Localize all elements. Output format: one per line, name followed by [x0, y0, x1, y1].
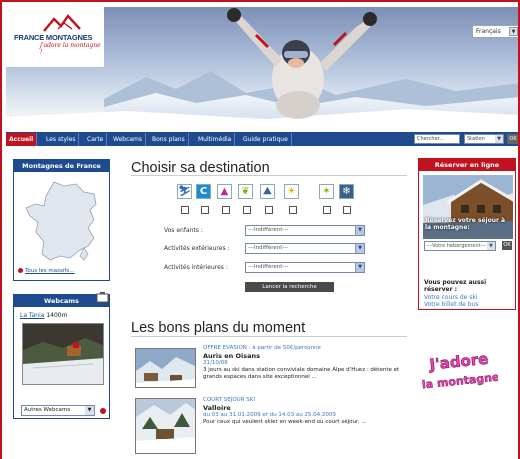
language-select[interactable]: Français ▼ — [472, 25, 518, 38]
jadore-montagne-badge[interactable]: J'adore la montagne ! — [416, 347, 498, 395]
hiking-icon[interactable]: ⛰ — [260, 184, 275, 199]
header-banner: FRANCE MONTAGNES j'adore la montagne ! F… — [6, 7, 518, 132]
deal-tag-label: OFFRE EVASION — [203, 345, 247, 351]
tab-styles[interactable]: Les styles — [43, 133, 80, 146]
france-map[interactable] — [24, 180, 102, 264]
divider — [131, 336, 407, 337]
deal-desc: 3 jours au ski dans station conviviale d… — [203, 367, 400, 380]
deal-tag-extra: : à partir de 50€/personne — [246, 345, 321, 351]
badge-line1: J'adore — [428, 350, 489, 374]
webcam-select-value: Autres Webcams — [24, 407, 71, 413]
deal-date: du 03 au 31.01.2009 et du 14.03 au 25.04… — [203, 412, 336, 418]
deal-image[interactable] — [135, 348, 196, 388]
deal-tag[interactable]: COURT SEJOUR SKI — [203, 397, 255, 403]
reserve-box: Réserver en ligne Réservez votre séjour … — [418, 158, 516, 310]
logo-area[interactable]: FRANCE MONTAGNES j'adore la montagne ! — [6, 7, 104, 67]
checkbox-ski[interactable] — [181, 206, 189, 214]
bullet-icon — [18, 268, 23, 273]
also-reserve-heading: Vous pouvez aussi réserver : — [424, 279, 487, 293]
main-nav: Accueil Les styles Carte Webcams Bons pl… — [6, 132, 518, 146]
deal-tag[interactable]: OFFRE EVASION : à partir de 50€/personne — [203, 345, 321, 351]
accommodation-value: ---Votre hébergement--- — [427, 243, 486, 249]
webcam-go-button[interactable] — [100, 408, 106, 414]
reserve-go-button[interactable]: OK — [502, 241, 512, 250]
deal-tag-label: COURT SEJOUR SKI — [203, 397, 255, 403]
webcam-box: Webcams La Tania 1400m Autres Webcams ▼ — [13, 292, 110, 419]
children-value: ---Indifférent--- — [248, 227, 289, 233]
ski-lesson-link[interactable]: Votre cours de ski — [424, 294, 478, 301]
checkbox-sun[interactable] — [289, 206, 297, 214]
indoor-label: Activités intérieures : — [164, 264, 228, 271]
webcam-location: La Tania 1400m — [20, 312, 67, 319]
checkbox-alpine[interactable] — [222, 206, 230, 214]
map-box: Montagnes de France Tous les massifs... — [13, 159, 110, 281]
chevron-down-icon: ▼ — [85, 406, 94, 415]
camera-icon — [96, 292, 109, 303]
checkbox-walker[interactable] — [323, 206, 331, 214]
checkbox-station[interactable] — [201, 206, 209, 214]
divider — [131, 175, 407, 176]
search-go-button[interactable]: OK — [507, 134, 518, 144]
children-select[interactable]: ---Indifférent--- ▼ — [245, 225, 365, 236]
checkbox-snow[interactable] — [343, 206, 351, 214]
deal-desc: Pour ceux qui veulent skier en week-end … — [203, 419, 367, 425]
children-label: Vos enfants : — [164, 227, 203, 234]
webcam-image[interactable] — [22, 323, 104, 385]
search-scope-value: Station — [467, 136, 485, 142]
chevron-down-icon: ▼ — [495, 135, 503, 143]
search-scope-select[interactable]: Station ▼ — [464, 134, 504, 144]
tab-accueil[interactable]: Accueil — [6, 133, 38, 146]
tab-carte[interactable]: Carte — [84, 133, 108, 146]
deal-photo-auris — [136, 349, 195, 387]
sun-icon[interactable]: ☀ — [284, 184, 299, 199]
map-box-title: Montagnes de France — [14, 160, 109, 172]
all-massifs-link[interactable]: Tous les massifs... — [18, 268, 74, 274]
checkbox-nature[interactable] — [243, 206, 251, 214]
webcam-select[interactable]: Autres Webcams ▼ — [21, 405, 95, 416]
reserve-box-title: Réserver en ligne — [419, 159, 515, 171]
outdoor-select[interactable]: ---Indifférent--- ▼ — [245, 243, 365, 254]
chevron-down-icon: ▼ — [355, 226, 364, 235]
ski-icon[interactable]: ⛷ — [177, 184, 192, 199]
chevron-down-icon: ▼ — [509, 27, 518, 36]
chevron-down-icon: ▼ — [487, 242, 495, 250]
walker-icon[interactable]: ✶ — [319, 184, 334, 199]
deal-name: Auris en Oisans — [203, 352, 261, 360]
all-massifs-label: Tous les massifs... — [25, 268, 75, 274]
outdoor-value: ---Indifférent--- — [248, 245, 289, 251]
tab-bons-plans[interactable]: Bons plans — [149, 133, 189, 146]
page-frame: FRANCE MONTAGNES j'adore la montagne ! F… — [0, 0, 520, 459]
accommodation-select[interactable]: ---Votre hébergement--- ▼ — [424, 241, 496, 251]
webcam-altitude: 1400m — [46, 312, 68, 319]
deal-photo-valloire — [136, 399, 195, 453]
tab-multimedia[interactable]: Multimédia — [195, 133, 236, 146]
logo-name: FRANCE MONTAGNES — [14, 33, 93, 42]
outdoor-label: Activités extérieures : — [164, 245, 230, 252]
language-value: Français — [476, 28, 501, 35]
indoor-value: ---Indifférent--- — [248, 264, 289, 270]
checkbox-hiking[interactable] — [265, 206, 273, 214]
tab-guide-pratique[interactable]: Guide pratique — [240, 133, 292, 146]
deal-image[interactable] — [135, 398, 196, 454]
leaf-icon[interactable]: ❦ — [238, 184, 253, 199]
webcam-box-title: Webcams — [14, 295, 109, 307]
alpine-icon[interactable]: ▲ — [217, 184, 232, 199]
destination-title: Choisir sa destination — [131, 160, 270, 176]
snowflake-icon[interactable]: ❄ — [339, 184, 354, 199]
webcam-photo — [23, 324, 103, 384]
tab-webcams[interactable]: Webcams — [110, 133, 147, 146]
deals-title: Les bons plans du moment — [131, 320, 306, 336]
chevron-down-icon: ▼ — [355, 244, 364, 253]
reserve-caption: Réservez votre séjour à la montagne: — [425, 217, 506, 231]
bus-ticket-link[interactable]: Votre billet de bus — [424, 301, 479, 308]
deal-date: 31/10/08 — [203, 360, 228, 366]
search-input[interactable]: Chercher... — [414, 134, 460, 144]
logo-tagline: j'adore la montagne ! — [40, 42, 101, 56]
indoor-select[interactable]: ---Indifférent--- ▼ — [245, 262, 365, 273]
webcam-station-link[interactable]: La Tania — [20, 312, 44, 319]
station-c-icon[interactable]: C — [196, 184, 211, 199]
deal-name: Valloire — [203, 404, 231, 412]
launch-search-button[interactable]: Lancer la recherche — [245, 282, 334, 292]
chevron-down-icon: ▼ — [355, 263, 364, 272]
